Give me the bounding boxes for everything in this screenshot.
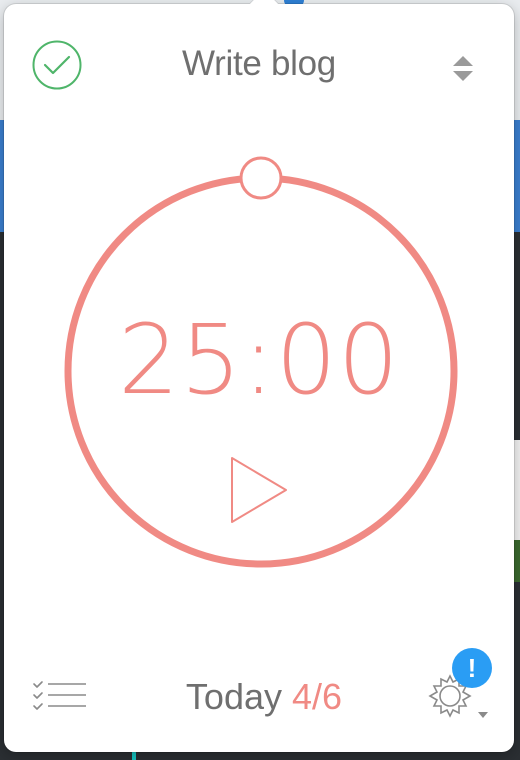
notification-badge[interactable]: ! <box>452 648 492 688</box>
today-label: Today <box>185 676 282 717</box>
checklist-icon <box>33 681 86 710</box>
timer-popover: Write blog 25:00 Today 4/6 ! <box>4 0 514 752</box>
chevron-down-icon <box>478 712 488 718</box>
timer-knob[interactable] <box>239 156 283 200</box>
play-button[interactable] <box>226 454 292 526</box>
play-icon <box>231 457 287 523</box>
today-progress: Today 4/6 <box>144 676 384 718</box>
task-list-button[interactable] <box>32 680 88 714</box>
today-count: 4/6 <box>292 676 343 717</box>
time-display: 25:00 <box>118 304 400 416</box>
